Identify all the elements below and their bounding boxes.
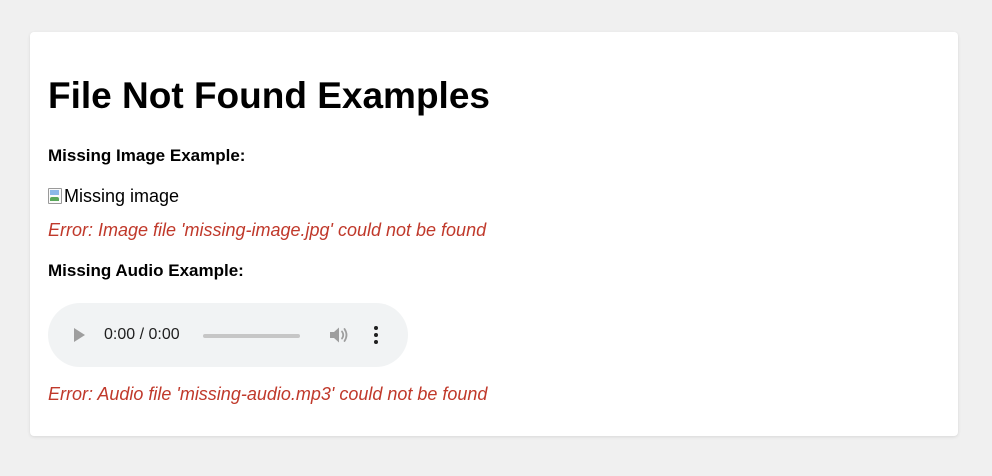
missing-audio-label: Missing Audio Example:: [48, 261, 244, 280]
page-title: File Not Found Examples: [48, 75, 490, 116]
image-error-message: Error: Image file 'missing-image.jpg' co…: [48, 220, 487, 240]
audio-progress-slider[interactable]: [203, 334, 300, 338]
broken-image-icon: [48, 188, 62, 204]
content-card: File Not Found Examples Missing Image Ex…: [30, 32, 958, 436]
play-icon[interactable]: [74, 328, 85, 342]
image-alt-text: Missing image: [64, 185, 180, 206]
audio-error-message: Error: Audio file 'missing-audio.mp3' co…: [48, 384, 488, 404]
audio-player[interactable]: 0:00 / 0:00: [48, 303, 408, 367]
missing-image-label: Missing Image Example:: [48, 146, 246, 165]
missing-image: Missing image: [48, 186, 179, 206]
more-options-icon[interactable]: [373, 326, 379, 344]
audio-time-display: 0:00 / 0:00: [104, 326, 180, 343]
volume-icon[interactable]: [328, 325, 350, 345]
